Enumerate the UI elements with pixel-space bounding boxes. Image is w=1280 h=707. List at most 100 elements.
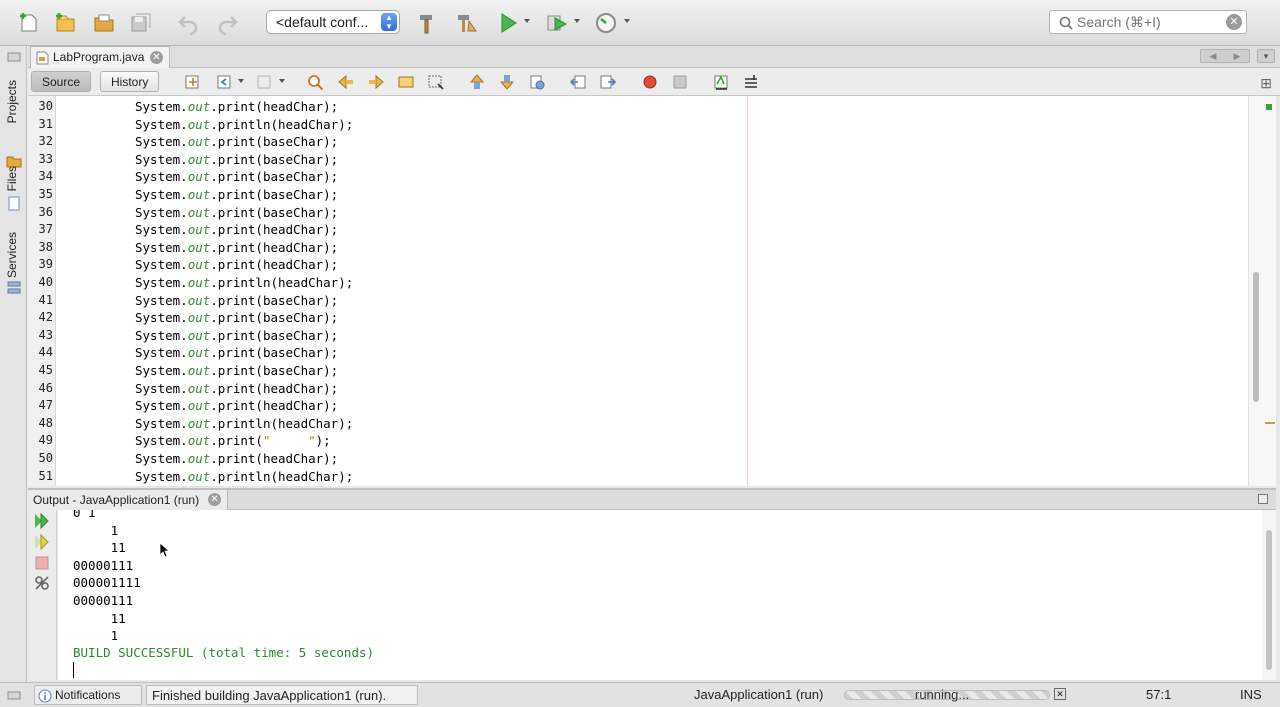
code-editor[interactable]: 30 31 32 33 34 35 36 37 38 39 40 41 42 43 44 45 46 47 48 49…: [28, 96, 1276, 486]
close-tab-icon[interactable]: ✕: [150, 51, 163, 64]
settings-icon[interactable]: [33, 574, 51, 592]
minimize-window-group-icon[interactable]: [0, 48, 27, 67]
stop-macro-recording-icon[interactable]: [671, 73, 689, 91]
code-token: System.: [135, 204, 188, 220]
tab-files[interactable]: Files: [0, 162, 27, 211]
line-number: 43: [38, 327, 53, 342]
shift-line-right-icon[interactable]: [599, 73, 617, 91]
build-hammer-icon[interactable]: [414, 9, 442, 37]
search-input[interactable]: [1077, 14, 1222, 30]
editor-scrollbar[interactable]: [1248, 96, 1276, 486]
code-token: .print(baseChar);: [210, 169, 339, 185]
output-scrollbar[interactable]: [1262, 510, 1276, 680]
toggle-highlight-search-icon[interactable]: [397, 73, 415, 91]
configuration-select[interactable]: <default conf... ▲ ▼: [266, 10, 400, 34]
no-errors-indicator-icon: [1266, 104, 1272, 110]
forward-dropdown-icon[interactable]: [279, 79, 285, 83]
output-line: 0 1: [73, 510, 96, 520]
profile-project-icon[interactable]: [592, 9, 620, 37]
split-editor-icon[interactable]: ⊞: [1260, 75, 1272, 92]
next-bookmark-icon[interactable]: [498, 73, 516, 91]
code-token: " ": [262, 433, 316, 449]
open-project-icon[interactable]: [90, 9, 118, 37]
close-output-icon[interactable]: ✕: [208, 493, 222, 506]
status-message-box: Finished building JavaApplication1 (run)…: [146, 685, 418, 705]
minimized-windows-icon[interactable]: [7, 688, 21, 702]
new-project-icon[interactable]: [51, 9, 79, 37]
back-dropdown-icon[interactable]: [238, 79, 244, 83]
redo-icon[interactable]: [213, 9, 241, 37]
tab-navigation-arrows[interactable]: ◀ ▶: [1200, 49, 1250, 63]
find-icon[interactable]: [306, 73, 324, 91]
undo-icon[interactable]: [175, 9, 203, 37]
code-line: System.out.print(baseChar);: [135, 205, 338, 220]
code-token: out: [187, 257, 211, 273]
code-token: .print(baseChar);: [210, 310, 339, 326]
code-token: .print(baseChar);: [210, 327, 339, 343]
tab-labprogram-java[interactable]: LabProgram.java ✕: [30, 46, 170, 68]
scroll-tabs-left-icon[interactable]: ◀: [1210, 51, 1217, 62]
run-project-icon[interactable]: [494, 9, 522, 37]
search-box[interactable]: ✕: [1049, 10, 1247, 34]
start-macro-recording-icon[interactable]: [641, 73, 659, 91]
output-scrollbar-thumb[interactable]: [1266, 530, 1272, 670]
clean-build-icon[interactable]: [453, 9, 481, 37]
tab-projects[interactable]: Projects: [0, 74, 27, 170]
forward-icon[interactable]: [256, 73, 274, 91]
output-line: 1: [73, 522, 119, 538]
toggle-bookmark-icon[interactable]: [528, 73, 546, 91]
new-file-icon[interactable]: [15, 9, 43, 37]
source-view-label: Source: [42, 75, 81, 89]
rerun-icon[interactable]: [33, 512, 51, 530]
shift-line-left-icon[interactable]: [569, 73, 587, 91]
scroll-tabs-right-icon[interactable]: ▶: [1234, 51, 1241, 62]
tab-services[interactable]: Services: [0, 228, 27, 300]
code-token: out: [187, 310, 211, 326]
clear-search-icon[interactable]: ✕: [1226, 14, 1242, 30]
line-number: 35: [38, 187, 53, 201]
debug-dropdown-icon[interactable]: [574, 19, 580, 23]
debug-project-icon[interactable]: [543, 9, 571, 37]
cancel-task-icon[interactable]: ✕: [1054, 688, 1066, 700]
line-number: 36: [38, 204, 53, 219]
code-token: out: [187, 451, 211, 466]
source-view-button[interactable]: Source: [31, 71, 92, 92]
save-all-icon[interactable]: [127, 9, 155, 37]
maximize-output-icon[interactable]: [1258, 494, 1268, 504]
comment-icon[interactable]: [712, 73, 730, 91]
code-line: System.out.println(headChar);: [135, 416, 353, 431]
toggle-rectangular-selection-icon[interactable]: [427, 73, 445, 91]
code-token: .print(baseChar);: [210, 204, 339, 220]
tab-output[interactable]: Output - JavaApplication1 (run) ✕: [28, 490, 229, 510]
run-dropdown-icon[interactable]: [524, 19, 530, 23]
uncomment-icon[interactable]: [742, 73, 760, 91]
stop-icon[interactable]: [33, 554, 51, 572]
notifications-button[interactable]: Notifications: [34, 685, 142, 705]
history-view-button[interactable]: History: [100, 71, 160, 92]
right-margin-guide: [747, 96, 748, 486]
show-opened-documents-icon[interactable]: ▾: [1257, 49, 1275, 63]
code-token: out: [187, 327, 211, 343]
code-token: .println(headChar);: [210, 415, 354, 431]
line-number: 50: [38, 451, 53, 465]
annotation-marker: [1265, 422, 1275, 424]
last-edit-icon[interactable]: [184, 73, 202, 91]
code-token: .println(headChar);: [210, 275, 354, 290]
rerun-with-parameters-icon[interactable]: [33, 533, 51, 551]
profile-dropdown-icon[interactable]: [624, 19, 630, 23]
code-token: System.: [135, 345, 188, 361]
line-number: 42: [38, 310, 53, 325]
code-line: System.out.print(baseChar);: [135, 169, 338, 184]
code-token: .print(baseChar);: [210, 345, 339, 361]
line-number: 40: [38, 275, 53, 289]
find-previous-icon[interactable]: [337, 73, 355, 91]
previous-bookmark-icon[interactable]: [468, 73, 486, 91]
output-line: 11: [73, 610, 126, 626]
code-line: System.out.print(headChar);: [135, 398, 338, 413]
back-icon[interactable]: [216, 73, 234, 91]
output-console[interactable]: 0 1 1 11 00000111 000001111 00000111 11 1 B…: [58, 510, 1276, 680]
line-number: 33: [38, 151, 53, 166]
find-next-icon[interactable]: [367, 73, 385, 91]
editor-scrollbar-thumb[interactable]: [1253, 272, 1259, 402]
code-token: out: [187, 99, 211, 114]
